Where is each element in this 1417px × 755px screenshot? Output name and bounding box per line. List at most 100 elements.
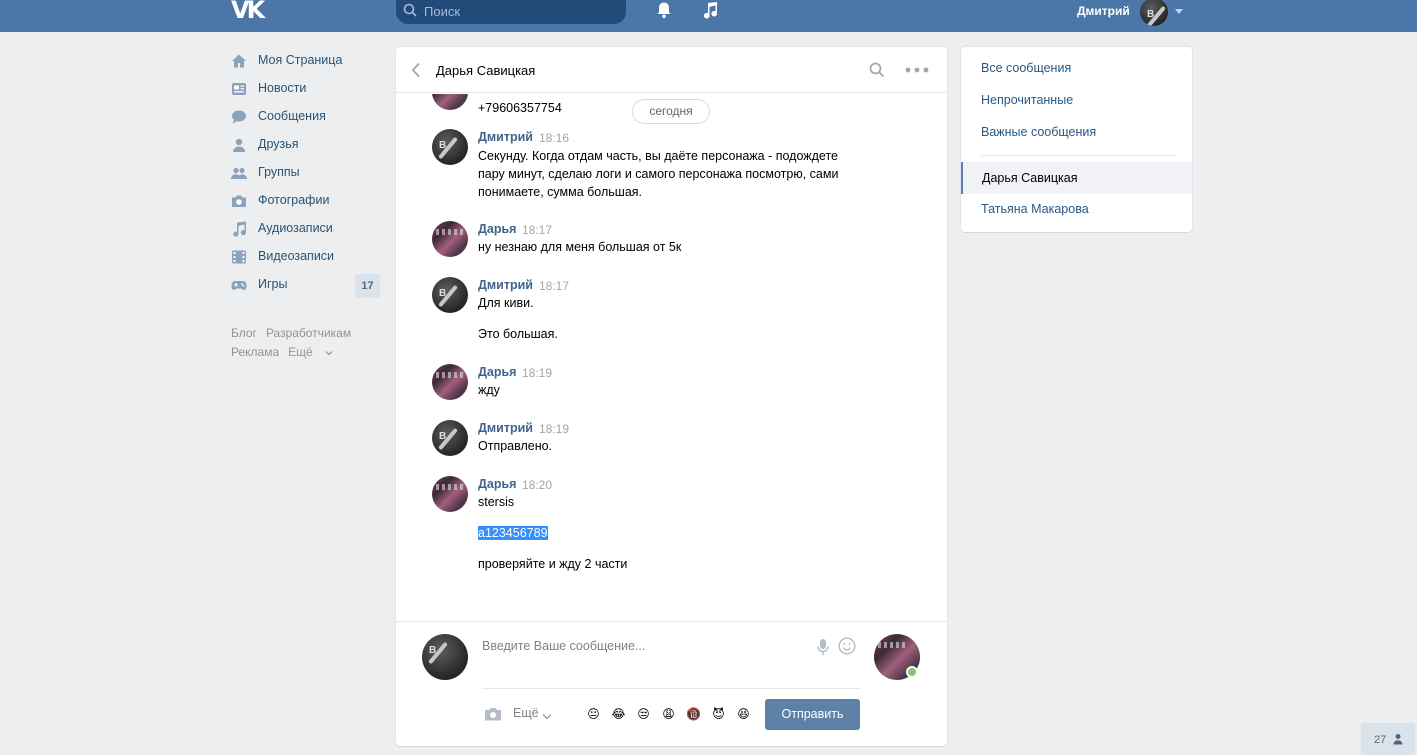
chat-header: Дарья Савицкая <box>396 47 947 93</box>
message-author[interactable]: Дмитрий <box>478 130 533 144</box>
gamepad-icon <box>231 281 247 290</box>
message-time[interactable]: 18:19 <box>539 422 569 436</box>
left-menu: Моя Страница Новости Сообщения Друзья Гр… <box>231 47 381 299</box>
message-author[interactable]: Дмитрий <box>478 421 533 435</box>
emoji-devil-icon[interactable]: 😈 <box>709 705 728 724</box>
avatar[interactable] <box>432 476 468 512</box>
dialog-item-label: Дарья Савицкая <box>982 171 1078 185</box>
message-text: stersis <box>478 495 515 509</box>
message-author[interactable]: Дарья <box>478 477 516 491</box>
message-author[interactable]: Дмитрий <box>478 278 533 292</box>
message-text: a123456789 <box>478 524 878 542</box>
video-icon <box>232 250 246 264</box>
menu-item-my-page[interactable]: Моя Страница <box>231 47 381 75</box>
footer-links: Блог Разработчикам Реклама Ещё <box>231 324 391 362</box>
message-text: Это большая. <box>478 327 558 341</box>
footer-link-more-label: Ещё <box>288 345 313 359</box>
message-time[interactable]: 18:19 <box>522 366 552 380</box>
user-avatar[interactable] <box>1140 0 1168 26</box>
chat-panel: Дарья Савицкая +79606357754 сегодня Дмит… <box>396 47 947 746</box>
filter-important[interactable]: Важные сообщения <box>981 125 1096 139</box>
menu-item-messages[interactable]: Сообщения <box>231 103 381 131</box>
emoji-laughing-tears-icon[interactable]: 😂 <box>609 705 628 724</box>
user-name[interactable]: Дмитрий <box>1077 4 1130 18</box>
menu-item-video[interactable]: Видеозаписи <box>231 243 381 271</box>
message-author[interactable]: Дарья <box>478 222 516 236</box>
message-author[interactable]: Дарья <box>478 365 516 379</box>
emoji-unamused-icon[interactable]: 😒 <box>634 705 653 724</box>
vk-logo-icon[interactable]: VK <box>231 0 265 22</box>
selected-text: a123456789 <box>478 526 548 540</box>
footer-link-ads[interactable]: Реклама <box>231 345 279 359</box>
emoji-grin-icon[interactable]: 😆 <box>734 705 753 724</box>
menu-item-label: Группы <box>258 165 300 179</box>
message-time[interactable]: 18:20 <box>522 478 552 492</box>
attach-more-button[interactable]: Ещё <box>513 706 539 720</box>
message-time[interactable]: 18:17 <box>539 279 569 293</box>
chevron-left-icon[interactable] <box>410 62 422 78</box>
date-divider: сегодня <box>632 99 710 124</box>
search-icon <box>403 3 417 17</box>
message-time[interactable]: 18:17 <box>522 223 552 237</box>
filter-all-messages[interactable]: Все сообщения <box>981 61 1071 75</box>
avatar[interactable] <box>432 129 468 165</box>
chevron-down-icon[interactable] <box>542 710 552 720</box>
message-time[interactable]: 18:16 <box>539 131 569 145</box>
chevron-down-icon <box>325 350 333 356</box>
music-icon <box>233 221 247 237</box>
menu-item-label: Видеозаписи <box>258 249 335 263</box>
emoji-18-plus-icon[interactable]: 🔞 <box>684 705 703 724</box>
dialog-item[interactable]: Татьяна Макарова <box>981 202 1089 216</box>
more-icon[interactable] <box>905 67 929 73</box>
menu-item-label: Друзья <box>258 137 299 151</box>
avatar[interactable] <box>432 364 468 400</box>
menu-item-photos[interactable]: Фотографии <box>231 187 381 215</box>
compose-area: Введите Ваше сообщение... Ещё 😐 😂 😒 😩 🔞 … <box>396 621 947 746</box>
message-text: пару минут, сделаю логи и самого персона… <box>478 167 839 181</box>
menu-item-groups[interactable]: Группы <box>231 159 381 187</box>
avatar[interactable] <box>432 420 468 456</box>
send-button[interactable]: Отправить <box>765 699 860 730</box>
menu-item-label: Сообщения <box>258 109 326 123</box>
smile-icon[interactable] <box>838 637 856 655</box>
top-header: VK Поиск Дмитрий <box>0 0 1417 32</box>
messages-icon <box>232 110 246 124</box>
footer-link-blog[interactable]: Блог <box>231 326 257 340</box>
friend-icon <box>233 138 245 152</box>
message-input[interactable]: Введите Ваше сообщение... <box>482 632 860 672</box>
avatar[interactable] <box>432 94 468 110</box>
filter-unread[interactable]: Непрочитанные <box>981 93 1073 107</box>
message-text: Секунду. Когда отдам часть, вы даёте пер… <box>478 149 839 163</box>
home-icon <box>232 54 246 68</box>
avatar[interactable] <box>432 221 468 257</box>
chat-title[interactable]: Дарья Савицкая <box>436 63 535 78</box>
compose-divider <box>482 688 860 689</box>
emoji-weary-icon[interactable]: 😩 <box>659 705 678 724</box>
chats-badge[interactable]: 27 <box>1361 723 1415 755</box>
menu-item-audio[interactable]: Аудиозаписи <box>231 215 381 243</box>
message-text: ну незнаю для меня большая от 5к <box>478 240 682 254</box>
groups-icon <box>231 167 247 179</box>
emoji-neutral-icon[interactable]: 😐 <box>584 705 603 724</box>
footer-link-developers[interactable]: Разработчикам <box>266 326 351 340</box>
message-text: проверяйте и жду 2 части <box>478 557 628 571</box>
menu-item-friends[interactable]: Друзья <box>231 131 381 159</box>
message-history[interactable]: +79606357754 сегодня Дмитрий 18:16 Секун… <box>396 94 947 621</box>
games-count-badge[interactable]: 17 <box>355 274 380 298</box>
search-input[interactable]: Поиск <box>396 0 626 24</box>
chats-count: 27 <box>1374 734 1387 746</box>
menu-item-news[interactable]: Новости <box>231 75 381 103</box>
chevron-down-icon[interactable] <box>1175 9 1183 14</box>
search-icon[interactable] <box>869 62 885 78</box>
bell-icon[interactable] <box>655 1 673 19</box>
my-avatar[interactable] <box>422 634 468 680</box>
avatar[interactable] <box>432 277 468 313</box>
footer-link-more[interactable]: Ещё <box>288 345 333 359</box>
camera-icon[interactable] <box>484 707 502 721</box>
search-placeholder: Поиск <box>424 4 461 19</box>
microphone-icon[interactable] <box>816 638 830 656</box>
dialog-item-active[interactable]: Дарья Савицкая <box>961 162 1192 194</box>
music-icon[interactable] <box>701 1 719 19</box>
menu-item-games[interactable]: Игры 17 <box>231 271 381 299</box>
message-text: Отправлено. <box>478 439 553 453</box>
